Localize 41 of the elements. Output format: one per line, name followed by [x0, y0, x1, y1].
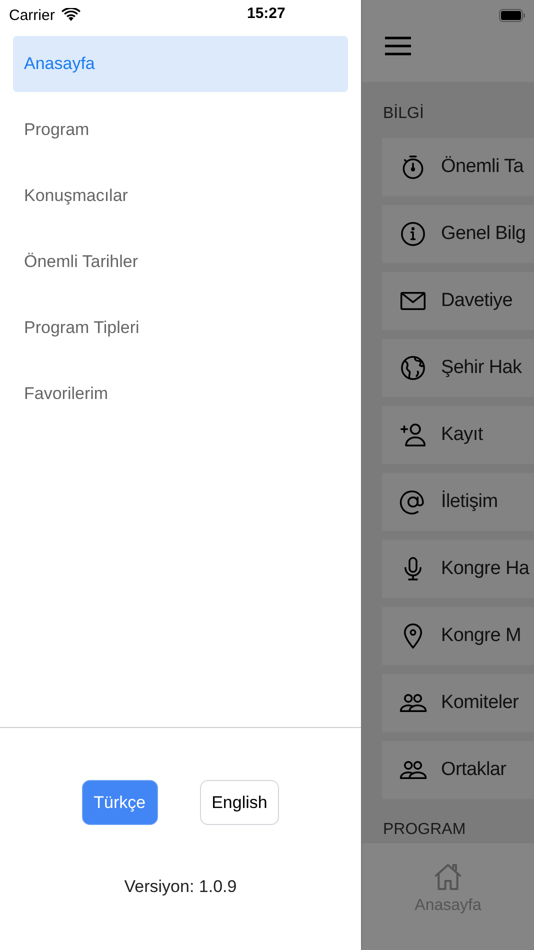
menu-item[interactable]: Program Tipleri: [13, 300, 348, 356]
menu-icon[interactable]: [384, 36, 412, 56]
carrier-label: Carrier: [9, 6, 55, 24]
card-label: Şehir Hak: [441, 357, 522, 379]
menu-card[interactable]: Kayıt: [382, 406, 534, 464]
card-label: İletişim: [441, 491, 498, 513]
version-text: Versiyon: 1.0.9: [124, 877, 237, 897]
menu-card[interactable]: Önemli Ta: [382, 138, 534, 196]
section-header: BİLGİ: [383, 105, 425, 123]
menu-card[interactable]: Komiteler: [382, 674, 534, 732]
language-button[interactable]: English: [200, 780, 280, 825]
wifi-icon: [60, 8, 81, 22]
card-label: Davetiye: [441, 290, 513, 312]
clock-time: 15:27: [247, 5, 286, 22]
menu-card[interactable]: Ortaklar: [382, 741, 534, 799]
menu-card[interactable]: Genel Bilg: [382, 205, 534, 263]
card-label: Kayıt: [441, 424, 483, 446]
menu-item[interactable]: Anasayfa: [13, 36, 348, 92]
battery-icon: [499, 8, 526, 22]
add-person-icon: [399, 421, 427, 449]
card-label: Kongre M: [441, 625, 521, 647]
menu-card[interactable]: İletişim: [382, 473, 534, 531]
menu-card[interactable]: Davetiye: [382, 272, 534, 330]
menu-item[interactable]: Program: [13, 102, 348, 158]
menu-item[interactable]: Favorilerim: [13, 366, 348, 422]
language-button[interactable]: Türkçe: [82, 780, 158, 825]
globe-icon: [399, 354, 427, 382]
menu-card[interactable]: Kongre M: [382, 607, 534, 665]
card-label: Komiteler: [441, 692, 519, 714]
section-header: PROGRAM: [383, 821, 467, 839]
card-label: Genel Bilg: [441, 223, 526, 245]
menu-item[interactable]: Önemli Tarihler: [13, 234, 348, 290]
menu-card[interactable]: Kongre Ha: [382, 540, 534, 598]
card-label: Kongre Ha: [441, 558, 530, 580]
home-icon: [432, 861, 464, 893]
at-sign-icon: [399, 488, 427, 516]
card-label: Önemli Ta: [441, 156, 524, 178]
menu-item[interactable]: Konuşmacılar: [13, 168, 348, 224]
menu-card[interactable]: Şehir Hak: [382, 339, 534, 397]
card-label: Ortaklar: [441, 759, 506, 781]
info-icon: [399, 220, 427, 248]
